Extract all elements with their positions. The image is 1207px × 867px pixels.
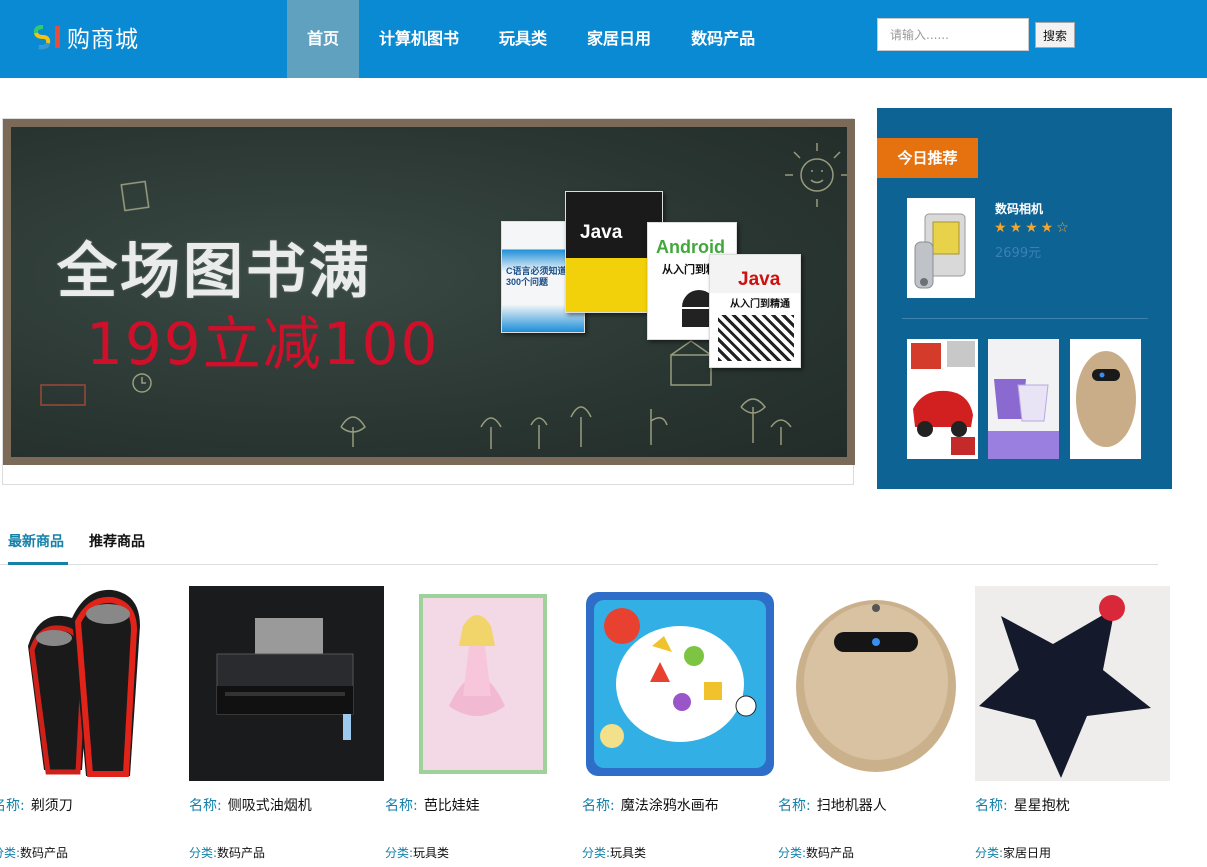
product-name[interactable]: 扫地机器人 xyxy=(817,798,887,814)
star-pillow-icon xyxy=(975,586,1170,781)
chalkboard-surface: 全场图书满 199立减100 C语言必须知道的300个问题 Java Andro… xyxy=(11,127,847,457)
nav-item-toys[interactable]: 玩具类 xyxy=(479,0,567,78)
product-name-label: 名称: xyxy=(582,798,615,814)
product-name-row: 名称: 魔法涂鸦水画布 xyxy=(582,795,719,815)
range-hood-icon xyxy=(189,586,384,781)
product-card[interactable]: 名称: 魔法涂鸦水画布 分类:玩具类 xyxy=(582,586,777,867)
nav-item-home[interactable]: 首页 xyxy=(287,0,360,78)
product-card[interactable]: 名称: 扫地机器人 分类:数码产品 xyxy=(778,586,973,867)
product-category[interactable]: 玩具类 xyxy=(413,846,449,860)
recommend-tag: 今日推荐 xyxy=(877,138,978,178)
product-image[interactable] xyxy=(975,586,1170,781)
product-name-row: 名称: 剃须刀 xyxy=(0,795,73,815)
book-java2-subtitle: 从入门到精通 xyxy=(730,299,790,310)
product-category-row: 分类:玩具类 xyxy=(582,844,646,861)
product-category-label: 分类: xyxy=(189,846,218,860)
product-name-label: 名称: xyxy=(385,798,418,814)
top-header: 购商城 首页 计算机图书 玩具类 家居日用 数码产品 搜索 xyxy=(0,0,1207,78)
product-name-label: 名称: xyxy=(778,798,811,814)
featured-rating-stars: ★★★★☆ xyxy=(994,220,1072,236)
digital-camera-icon xyxy=(914,213,966,289)
product-category[interactable]: 玩具类 xyxy=(610,846,646,860)
product-image[interactable] xyxy=(582,586,777,781)
product-card[interactable]: 名称: 侧吸式油烟机 分类:数码产品 xyxy=(189,586,384,867)
featured-product-price: 2699元 xyxy=(995,246,1042,261)
book-java2-title: Java xyxy=(738,269,781,290)
product-name[interactable]: 星星抱枕 xyxy=(1014,798,1070,814)
product-name-label: 名称: xyxy=(189,798,222,814)
product-name-row: 名称: 侧吸式油烟机 xyxy=(189,795,312,815)
book-java-title: Java xyxy=(580,222,623,243)
product-card[interactable]: 名称: 剃须刀 分类:数码产品 xyxy=(0,586,187,867)
search-button[interactable]: 搜索 xyxy=(1035,22,1075,48)
logo-icon xyxy=(33,25,60,50)
product-category[interactable]: 家居日用 xyxy=(1003,846,1051,860)
logo-text: 购商城 xyxy=(67,27,139,53)
product-category-row: 分类:数码产品 xyxy=(0,844,68,861)
product-name-row: 名称: 星星抱枕 xyxy=(975,795,1070,815)
chalkboard: 全场图书满 199立减100 C语言必须知道的300个问题 Java Andro… xyxy=(3,119,855,465)
product-category-row: 分类:数码产品 xyxy=(778,844,854,861)
bucket-icon xyxy=(988,339,1059,459)
doll-box-icon xyxy=(385,586,580,781)
product-name-row: 名称: 芭比娃娃 xyxy=(385,795,480,815)
product-image[interactable] xyxy=(385,586,580,781)
product-image[interactable] xyxy=(778,586,973,781)
promo-banner[interactable]: 全场图书满 199立减100 C语言必须知道的300个问题 Java Andro… xyxy=(2,118,855,485)
product-category-label: 分类: xyxy=(0,846,21,860)
site-logo[interactable]: 购商城 xyxy=(33,22,139,53)
nav-item-home-goods[interactable]: 家居日用 xyxy=(567,0,671,78)
today-recommend-panel: 今日推荐 数码相机 ★★★★☆ 2699元 xyxy=(877,108,1172,489)
product-category-row: 分类:家居日用 xyxy=(975,844,1051,861)
tab-latest-products[interactable]: 最新商品 xyxy=(8,522,68,565)
product-name[interactable]: 芭比娃娃 xyxy=(424,798,480,814)
banner-subtitle: 199立减100 xyxy=(86,310,440,378)
product-name-label: 名称: xyxy=(975,798,1008,814)
book-cover-java-beginner: Java 从入门到精通 xyxy=(709,254,801,368)
product-category-label: 分类: xyxy=(385,846,414,860)
product-category-label: 分类: xyxy=(582,846,611,860)
drawing-mat-icon xyxy=(582,586,777,781)
product-category[interactable]: 数码产品 xyxy=(806,846,854,860)
search-input[interactable] xyxy=(877,18,1029,51)
main-nav: 首页 计算机图书 玩具类 家居日用 数码产品 xyxy=(287,0,775,78)
featured-product-image[interactable] xyxy=(907,198,975,298)
product-category-label: 分类: xyxy=(778,846,807,860)
tab-recommended-products[interactable]: 推荐商品 xyxy=(89,522,151,565)
product-card[interactable]: 名称: 芭比娃娃 分类:玩具类 xyxy=(385,586,580,867)
nav-item-computer-books[interactable]: 计算机图书 xyxy=(359,0,479,78)
product-image[interactable] xyxy=(0,586,187,781)
recommend-thumb-robot-vacuum[interactable] xyxy=(1070,339,1141,459)
product-card[interactable]: 名称: 星星抱枕 分类:家居日用 xyxy=(975,586,1170,867)
nav-item-digital[interactable]: 数码产品 xyxy=(671,0,775,78)
product-name[interactable]: 剃须刀 xyxy=(31,798,73,814)
product-name-label: 名称: xyxy=(0,798,25,814)
product-category-label: 分类: xyxy=(975,846,1004,860)
recommend-thumb-toy-car[interactable] xyxy=(907,339,978,459)
product-image[interactable] xyxy=(189,586,384,781)
shaver-icon xyxy=(0,586,187,781)
product-name-row: 名称: 扫地机器人 xyxy=(778,795,887,815)
product-category[interactable]: 数码产品 xyxy=(20,846,68,860)
recommend-divider xyxy=(902,318,1148,319)
product-category[interactable]: 数码产品 xyxy=(217,846,265,860)
toy-car-icon xyxy=(907,339,978,459)
product-name[interactable]: 侧吸式油烟机 xyxy=(228,798,312,814)
featured-product-name[interactable]: 数码相机 xyxy=(995,200,1043,217)
product-category-row: 分类:数码产品 xyxy=(189,844,265,861)
product-tabs: 最新商品 推荐商品 xyxy=(0,522,1158,565)
product-name[interactable]: 魔法涂鸦水画布 xyxy=(621,798,719,814)
robot-vacuum-icon xyxy=(778,586,973,781)
robot-vacuum-icon xyxy=(1070,339,1141,459)
product-category-row: 分类:玩具类 xyxy=(385,844,449,861)
recommend-thumb-bucket[interactable] xyxy=(988,339,1059,459)
